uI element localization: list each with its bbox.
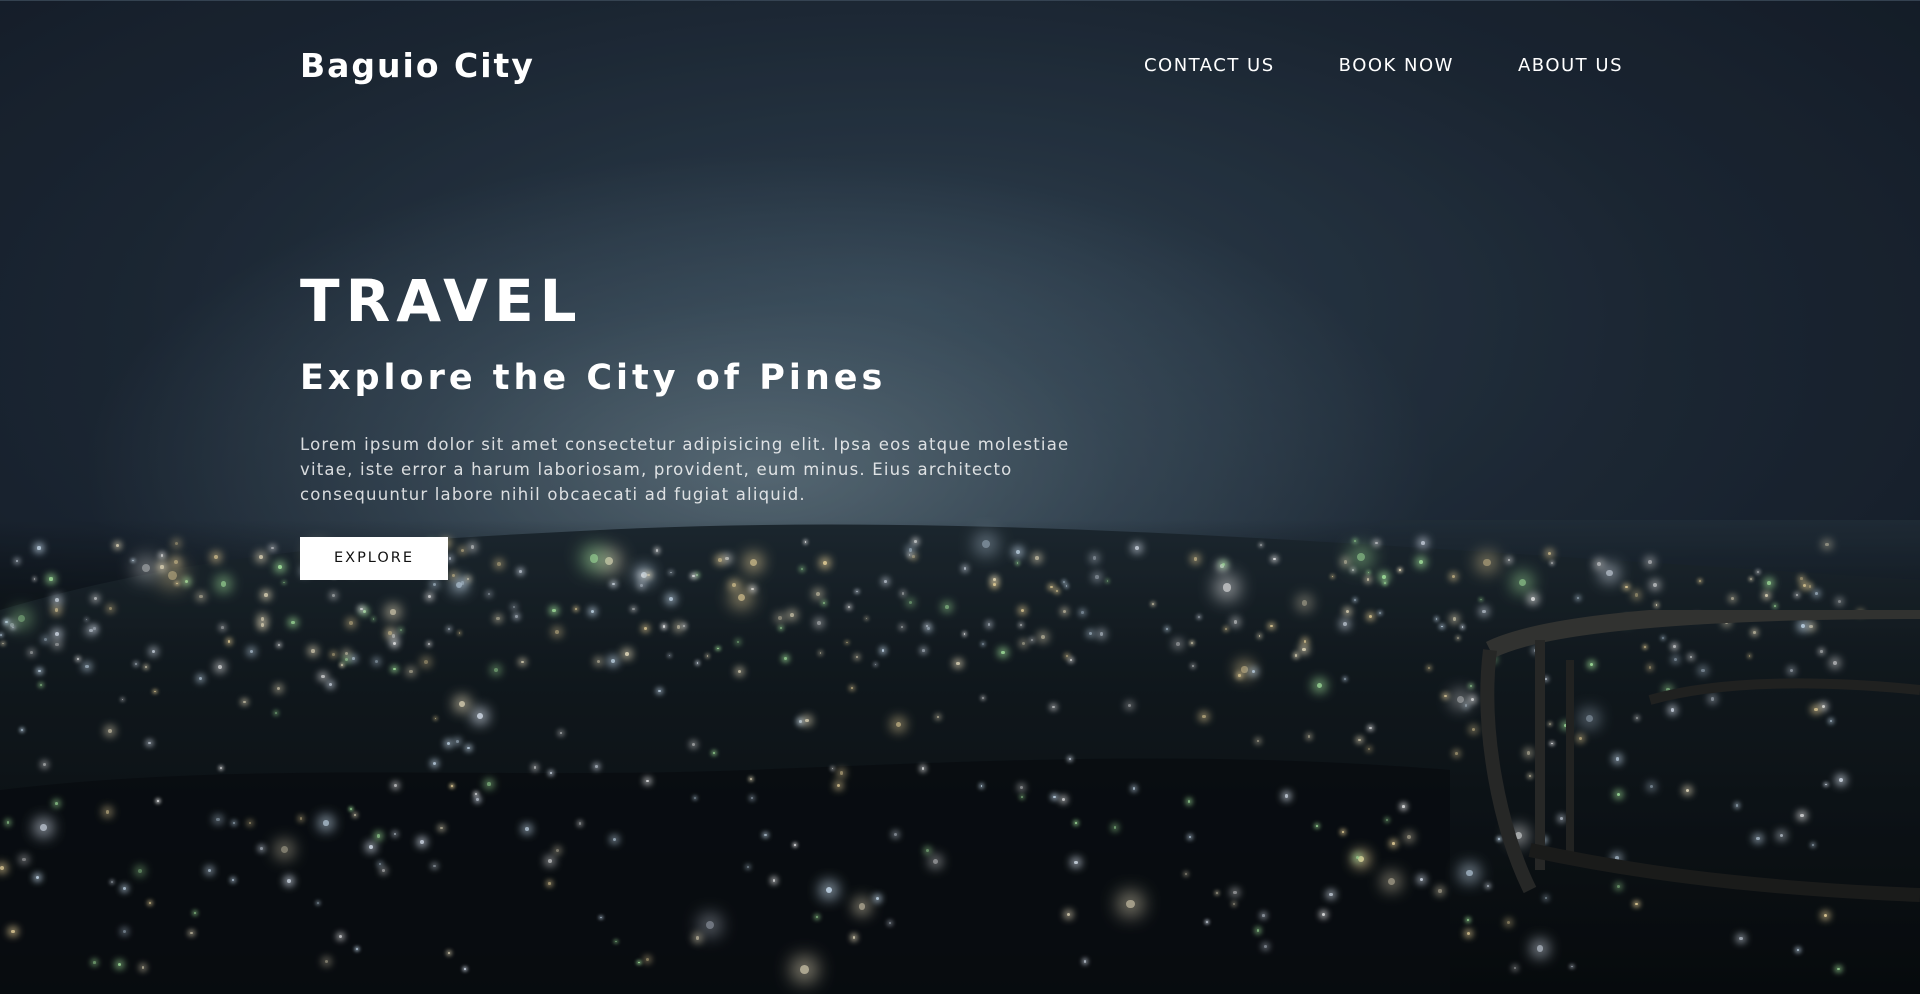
hero-headline: TRAVEL [300,267,583,335]
hero-section: Baguio City CONTACT US BOOK NOW ABOUT US… [0,0,1920,994]
hero-content: TRAVEL Explore the City of Pines Lorem i… [300,262,1120,580]
hero-subheadline: Explore the City of Pines [300,358,887,398]
nav-item-book-now[interactable]: BOOK NOW [1339,55,1454,76]
hero-description: Lorem ipsum dolor sit amet consectetur a… [300,435,1070,504]
top-navigation: Baguio City CONTACT US BOOK NOW ABOUT US [300,40,1623,90]
brand-logo[interactable]: Baguio City [300,46,535,85]
top-border [0,0,1920,1]
nav-item-about-us[interactable]: ABOUT US [1518,55,1623,76]
nav-item-contact-us[interactable]: CONTACT US [1144,55,1275,76]
nav-menu: CONTACT US BOOK NOW ABOUT US [1080,55,1623,76]
explore-button[interactable]: EXPLORE [300,537,448,580]
